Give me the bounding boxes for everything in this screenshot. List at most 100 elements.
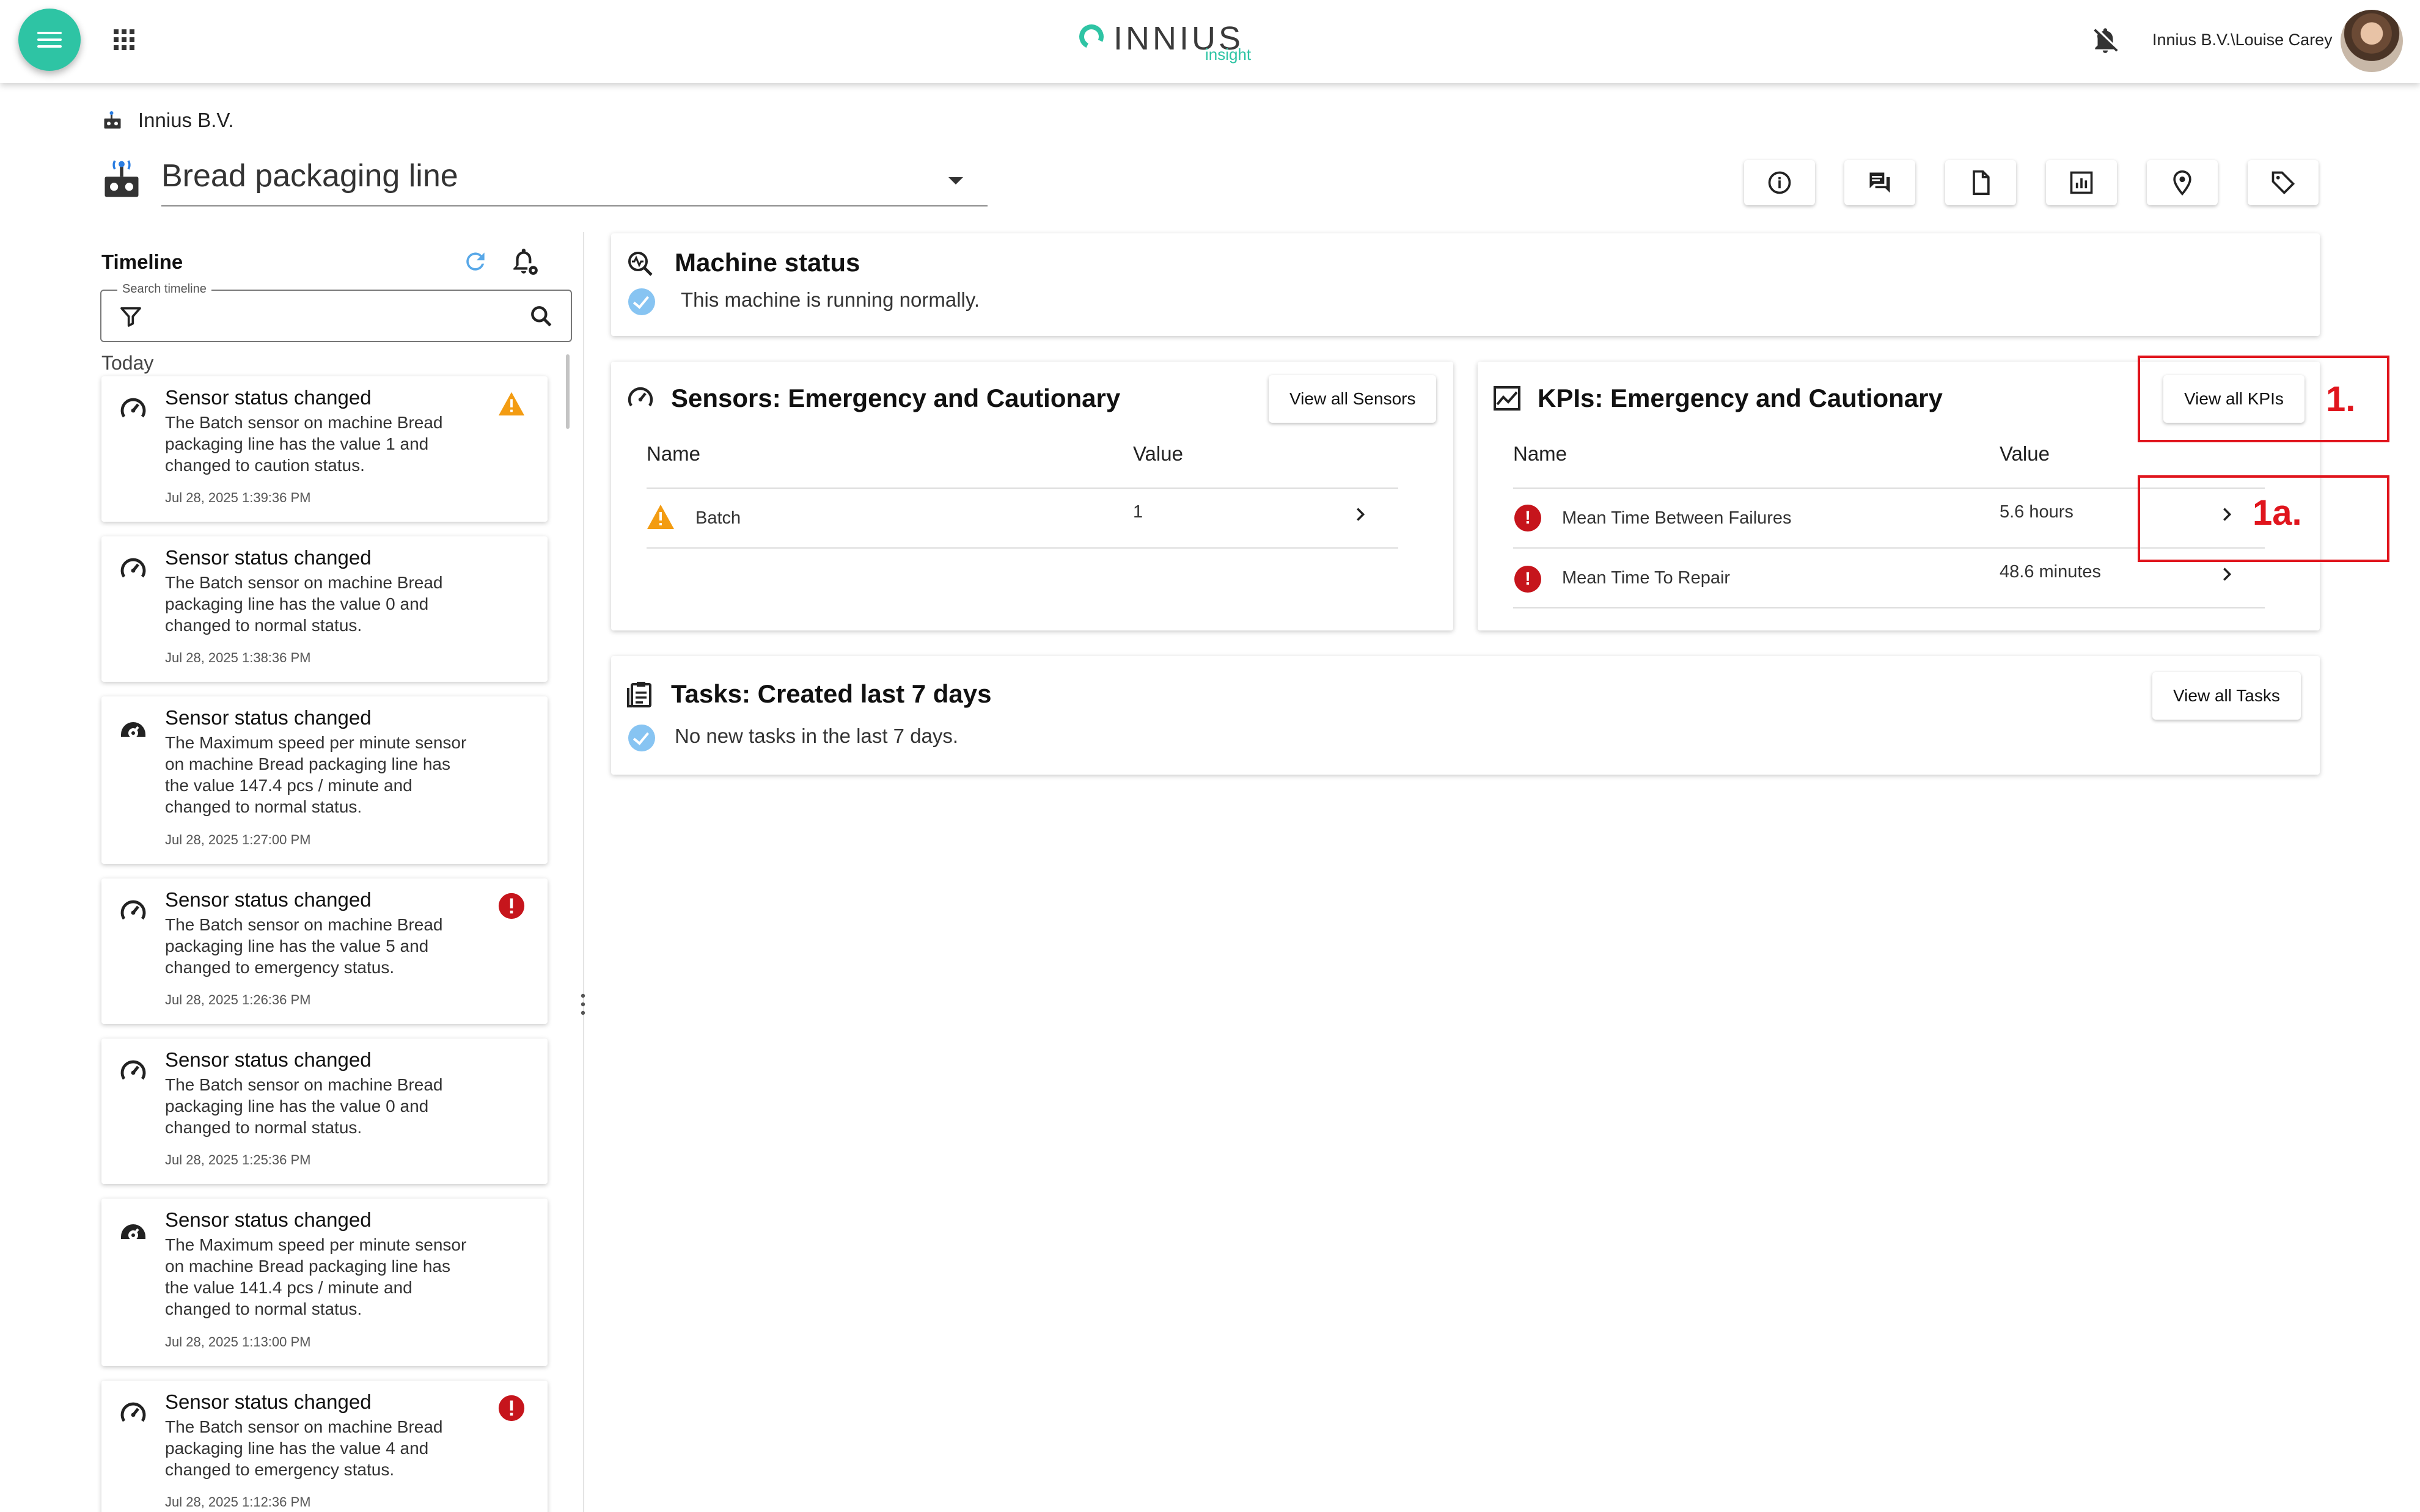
user-name[interactable]: Innius B.V.\Louise Carey bbox=[2152, 31, 2333, 49]
view-all-tasks-button[interactable]: View all Tasks bbox=[2152, 672, 2301, 720]
kpis-col-name: Name bbox=[1513, 442, 1568, 465]
gauge-icon bbox=[120, 1060, 146, 1080]
timeline-item-title: Sensor status changed bbox=[165, 1390, 372, 1413]
check-icon bbox=[628, 288, 655, 315]
timeline-item-title: Sensor status changed bbox=[165, 706, 372, 729]
chat-button[interactable] bbox=[1844, 160, 1915, 205]
status-search-icon bbox=[628, 252, 653, 276]
tag-icon bbox=[2272, 171, 2295, 195]
breadcrumb: Innius B.V. bbox=[101, 109, 234, 132]
drag-handle-icon[interactable] bbox=[581, 992, 585, 1017]
timeline-scrollbar[interactable] bbox=[566, 354, 570, 429]
tasks-panel: Tasks: Created last 7 days View all Task… bbox=[611, 656, 2320, 775]
timeline-item[interactable]: Sensor status changed The Batch sensor on… bbox=[101, 376, 548, 522]
panel-splitter[interactable] bbox=[583, 232, 584, 1512]
gauge-icon bbox=[628, 387, 653, 407]
timeline-search[interactable]: Search timeline bbox=[100, 282, 572, 342]
search-input[interactable] bbox=[144, 301, 511, 332]
sensor-value: 1 bbox=[1133, 502, 1143, 522]
alarm-settings-icon[interactable] bbox=[510, 247, 540, 277]
gauge-icon bbox=[120, 398, 146, 418]
timeline-item-body: The Batch sensor on machine Bread packag… bbox=[165, 1417, 443, 1479]
sensors-panel: Sensors: Emergency and Cautionary View a… bbox=[611, 362, 1453, 630]
speedometer-icon bbox=[121, 1224, 145, 1240]
search-legend: Search timeline bbox=[117, 282, 211, 296]
emergency-icon bbox=[498, 1395, 525, 1422]
timeline-item[interactable]: Sensor status changed The Batch sensor on… bbox=[101, 1381, 548, 1512]
timeline-item-body: The Batch sensor on machine Bread packag… bbox=[165, 573, 443, 635]
emergency-icon: ! bbox=[1514, 505, 1541, 531]
timeline-item[interactable]: Sensor status changed The Maximum speed p… bbox=[101, 1199, 548, 1366]
timeline-item-time: Jul 28, 2025 1:25:36 PM bbox=[165, 1152, 311, 1167]
speedometer-icon bbox=[121, 722, 145, 738]
notifications-off-icon[interactable] bbox=[2090, 23, 2121, 57]
timeline-item-body: The Batch sensor on machine Bread packag… bbox=[165, 413, 443, 475]
main-menu-button[interactable] bbox=[18, 9, 81, 71]
trend-chart-icon bbox=[1494, 386, 1520, 411]
sensors-title: Sensors: Emergency and Cautionary bbox=[671, 384, 1121, 412]
gauge-icon bbox=[120, 900, 146, 920]
timeline-item-time: Jul 28, 2025 1:38:36 PM bbox=[165, 650, 311, 665]
hamburger-icon bbox=[37, 38, 62, 41]
sensor-name: Batch bbox=[695, 508, 741, 528]
kpis-title: KPIs: Emergency and Cautionary bbox=[1538, 384, 1943, 412]
timeline-item-body: The Batch sensor on machine Bread packag… bbox=[165, 1075, 443, 1137]
chevron-right-icon[interactable] bbox=[1352, 506, 1369, 523]
document-button[interactable] bbox=[1945, 160, 2016, 205]
location-pin-icon bbox=[2173, 170, 2191, 196]
timeline-item[interactable]: Sensor status changed The Batch sensor on… bbox=[101, 878, 548, 1024]
logo-mark-icon bbox=[1076, 21, 1107, 53]
check-icon bbox=[628, 725, 655, 751]
sensors-col-value: Value bbox=[1133, 442, 1183, 465]
bar-chart-icon bbox=[2070, 171, 2093, 194]
kpis-col-value: Value bbox=[2000, 442, 2050, 465]
gauge-icon bbox=[120, 558, 146, 578]
annotation-label-1a: 1a. bbox=[2253, 493, 2302, 533]
annotation-label-1: 1. bbox=[2326, 379, 2356, 419]
machine-select-value: Bread packaging line bbox=[161, 158, 458, 194]
timeline-panel: Timeline Search timeline Today Sensor st… bbox=[100, 232, 574, 1512]
tasks-text: No new tasks in the last 7 days. bbox=[675, 725, 959, 747]
timeline-item-body: The Maximum speed per minute sensor on m… bbox=[165, 733, 467, 816]
timeline-item-time: Jul 28, 2025 1:13:00 PM bbox=[165, 1334, 311, 1349]
apps-grid-icon[interactable] bbox=[114, 29, 134, 50]
report-button[interactable] bbox=[2046, 160, 2117, 205]
timeline-item[interactable]: Sensor status changed The Maximum speed p… bbox=[101, 696, 548, 864]
timeline-item-title: Sensor status changed bbox=[165, 1048, 372, 1071]
clipboard-icon bbox=[627, 682, 651, 707]
timeline-title: Timeline bbox=[101, 250, 183, 273]
machine-select[interactable]: Bread packaging line bbox=[161, 158, 988, 206]
timeline-item-time: Jul 28, 2025 1:26:36 PM bbox=[165, 992, 311, 1007]
org-name[interactable]: Innius B.V. bbox=[138, 109, 234, 132]
refresh-icon[interactable] bbox=[462, 248, 489, 275]
top-bar: INNIUS insight Innius B.V.\Louise Carey bbox=[0, 0, 2420, 83]
divider bbox=[1513, 607, 2265, 608]
timeline-item-title: Sensor status changed bbox=[165, 1208, 372, 1231]
machine-status-title: Machine status bbox=[675, 248, 860, 277]
timeline-item[interactable]: Sensor status changed The Batch sensor on… bbox=[101, 536, 548, 682]
chat-icon bbox=[1869, 172, 1890, 193]
emergency-icon bbox=[498, 893, 525, 919]
view-all-sensors-button[interactable]: View all Sensors bbox=[1269, 375, 1437, 423]
tags-button[interactable] bbox=[2248, 160, 2319, 205]
avatar[interactable] bbox=[2341, 10, 2403, 72]
info-button[interactable] bbox=[1744, 160, 1815, 205]
machine-status-panel: Machine status This machine is running n… bbox=[611, 233, 2320, 336]
timeline-item[interactable]: Sensor status changed The Batch sensor on… bbox=[101, 1039, 548, 1184]
kpi-value: 5.6 hours bbox=[2000, 502, 2074, 522]
filter-icon[interactable] bbox=[119, 304, 143, 329]
timeline-item-title: Sensor status changed bbox=[165, 386, 372, 409]
timeline-group-label: Today bbox=[101, 352, 154, 374]
dropdown-caret-icon bbox=[948, 177, 963, 184]
timeline-item-body: The Maximum speed per minute sensor on m… bbox=[165, 1235, 467, 1318]
caution-icon bbox=[647, 505, 674, 529]
timeline-item-time: Jul 28, 2025 1:12:36 PM bbox=[165, 1494, 311, 1510]
location-button[interactable] bbox=[2147, 160, 2218, 205]
divider bbox=[647, 488, 1398, 489]
search-icon[interactable] bbox=[528, 303, 555, 330]
logo-subtitle: insight bbox=[1205, 45, 1252, 64]
kpi-name: Mean Time Between Failures bbox=[1562, 508, 1792, 528]
chevron-right-icon[interactable] bbox=[2218, 566, 2235, 583]
timeline-item-time: Jul 28, 2025 1:39:36 PM bbox=[165, 490, 311, 505]
info-icon bbox=[1768, 171, 1791, 194]
